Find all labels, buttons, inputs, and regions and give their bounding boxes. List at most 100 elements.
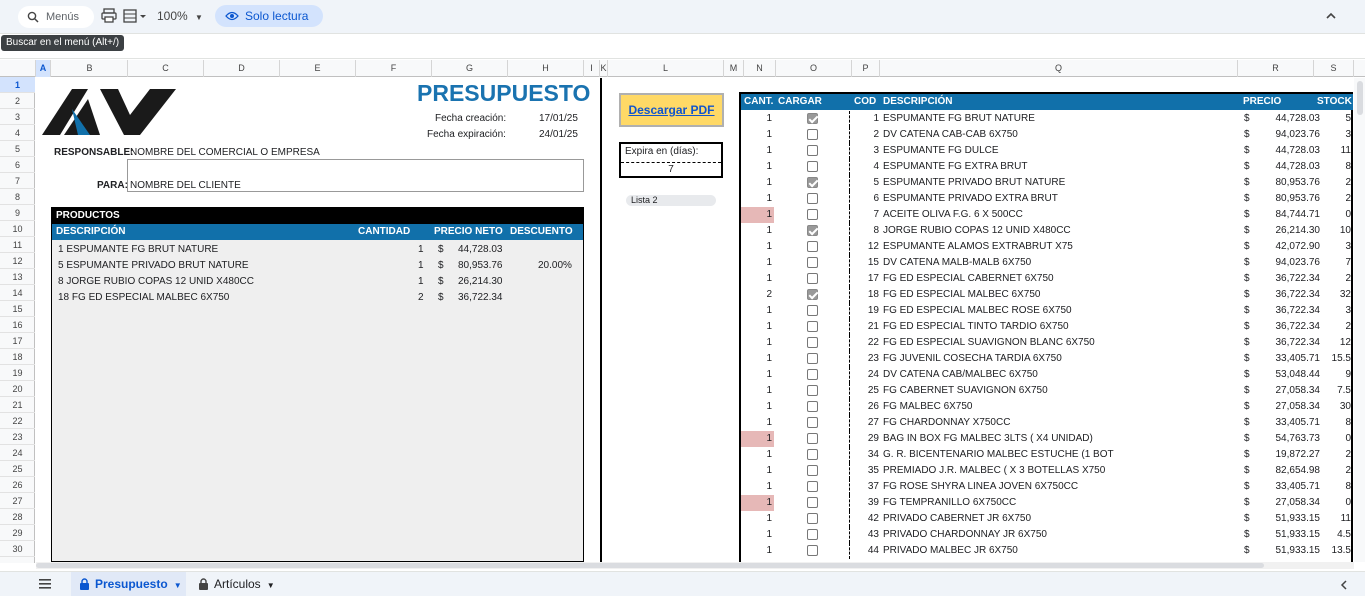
row-header[interactable]: 13 xyxy=(0,269,35,285)
download-pdf-button[interactable]: Descargar PDF xyxy=(619,93,724,127)
catalog-qty[interactable]: 1 xyxy=(741,447,774,463)
load-checkbox[interactable] xyxy=(807,257,818,268)
row-header[interactable]: 27 xyxy=(0,493,35,509)
column-header[interactable]: O xyxy=(776,60,852,77)
row-header[interactable]: 28 xyxy=(0,509,35,525)
column-header[interactable]: N xyxy=(744,60,776,77)
catalog-qty[interactable]: 1 xyxy=(741,207,774,223)
column-header[interactable]: E xyxy=(280,60,356,77)
catalog-qty[interactable]: 1 xyxy=(741,527,774,543)
load-checkbox[interactable] xyxy=(807,193,818,204)
load-checkbox[interactable] xyxy=(807,289,818,300)
column-header[interactable]: I xyxy=(584,60,600,77)
column-header[interactable]: K xyxy=(600,60,608,77)
load-checkbox[interactable] xyxy=(807,433,818,444)
catalog-qty[interactable]: 1 xyxy=(741,255,774,271)
catalog-qty[interactable]: 2 xyxy=(741,287,774,303)
column-header[interactable]: Q xyxy=(880,60,1238,77)
select-all-corner[interactable] xyxy=(0,60,36,77)
row-header[interactable]: 20 xyxy=(0,381,35,397)
menu-search-box[interactable]: Menús xyxy=(18,6,94,28)
formula-bar[interactable] xyxy=(0,35,1365,59)
load-checkbox[interactable] xyxy=(807,225,818,236)
row-header[interactable]: 7 xyxy=(0,173,35,189)
load-checkbox[interactable] xyxy=(807,113,818,124)
catalog-qty[interactable]: 1 xyxy=(741,175,774,191)
chevron-down-icon[interactable]: ▼ xyxy=(267,581,275,590)
catalog-qty[interactable]: 1 xyxy=(741,271,774,287)
load-checkbox[interactable] xyxy=(807,385,818,396)
column-header[interactable]: F xyxy=(356,60,432,77)
load-checkbox[interactable] xyxy=(807,497,818,508)
row-header[interactable]: 8 xyxy=(0,189,35,205)
load-checkbox[interactable] xyxy=(807,209,818,220)
catalog-qty[interactable]: 1 xyxy=(741,415,774,431)
row-header[interactable]: 11 xyxy=(0,237,35,253)
catalog-qty[interactable]: 1 xyxy=(741,143,774,159)
load-checkbox[interactable] xyxy=(807,513,818,524)
zoom-select[interactable]: 100% ▼ xyxy=(157,9,203,23)
catalog-qty[interactable]: 1 xyxy=(741,431,774,447)
catalog-qty[interactable]: 1 xyxy=(741,111,774,127)
sheet-tab[interactable]: Artículos ▼ xyxy=(190,572,280,596)
row-header[interactable]: 1 xyxy=(0,77,35,93)
column-header[interactable]: L xyxy=(608,60,724,77)
catalog-qty[interactable]: 1 xyxy=(741,479,774,495)
readonly-chip[interactable]: Solo lectura xyxy=(215,5,323,27)
column-header[interactable]: D xyxy=(204,60,280,77)
load-checkbox[interactable] xyxy=(807,545,818,556)
load-checkbox[interactable] xyxy=(807,305,818,316)
row-header[interactable]: 9 xyxy=(0,205,35,221)
horizontal-scrollbar[interactable] xyxy=(36,562,1354,569)
column-header[interactable]: C xyxy=(128,60,204,77)
row-header[interactable]: 29 xyxy=(0,525,35,541)
column-header[interactable]: M xyxy=(724,60,744,77)
collapse-toolbar-icon[interactable] xyxy=(1323,8,1339,24)
load-checkbox[interactable] xyxy=(807,321,818,332)
row-header[interactable]: 15 xyxy=(0,301,35,317)
sheet-tab[interactable]: Presupuesto ▼ xyxy=(71,572,186,596)
catalog-qty[interactable]: 1 xyxy=(741,223,774,239)
catalog-qty[interactable]: 1 xyxy=(741,399,774,415)
catalog-qty[interactable]: 1 xyxy=(741,383,774,399)
chevron-down-icon[interactable]: ▼ xyxy=(174,581,182,590)
load-checkbox[interactable] xyxy=(807,177,818,188)
catalog-qty[interactable]: 1 xyxy=(741,367,774,383)
price-list-select[interactable]: Lista 2 xyxy=(626,195,716,206)
load-checkbox[interactable] xyxy=(807,417,818,428)
row-header[interactable]: 18 xyxy=(0,349,35,365)
column-header[interactable]: H xyxy=(508,60,584,77)
catalog-qty[interactable]: 1 xyxy=(741,351,774,367)
row-header[interactable]: 30 xyxy=(0,541,35,557)
format-icon[interactable] xyxy=(122,8,148,24)
load-checkbox[interactable] xyxy=(807,369,818,380)
expire-days-input[interactable]: 7 xyxy=(621,162,721,177)
row-header[interactable]: 4 xyxy=(0,125,35,141)
vertical-scrollbar[interactable] xyxy=(1354,78,1365,562)
catalog-qty[interactable]: 1 xyxy=(741,543,774,559)
row-header[interactable]: 16 xyxy=(0,317,35,333)
row-header[interactable]: 21 xyxy=(0,397,35,413)
catalog-qty[interactable]: 1 xyxy=(741,463,774,479)
row-header[interactable]: 24 xyxy=(0,445,35,461)
row-header[interactable]: 6 xyxy=(0,157,35,173)
column-header[interactable]: P xyxy=(852,60,880,77)
catalog-qty[interactable]: 1 xyxy=(741,511,774,527)
load-checkbox[interactable] xyxy=(807,241,818,252)
column-header[interactable]: B xyxy=(52,60,128,77)
row-header[interactable]: 5 xyxy=(0,141,35,157)
row-header[interactable]: 22 xyxy=(0,413,35,429)
sheet-grid[interactable]: PRESUPUESTO Fecha creación: 17/01/25 Fec… xyxy=(36,78,1354,562)
catalog-qty[interactable]: 1 xyxy=(741,495,774,511)
column-header[interactable]: A xyxy=(36,60,51,77)
load-checkbox[interactable] xyxy=(807,529,818,540)
column-header[interactable]: S xyxy=(1314,60,1354,77)
row-header[interactable]: 12 xyxy=(0,253,35,269)
catalog-qty[interactable]: 1 xyxy=(741,159,774,175)
row-header[interactable]: 19 xyxy=(0,365,35,381)
catalog-qty[interactable]: 1 xyxy=(741,319,774,335)
row-header[interactable]: 17 xyxy=(0,333,35,349)
chevron-left-icon[interactable] xyxy=(1339,580,1349,590)
load-checkbox[interactable] xyxy=(807,353,818,364)
row-header[interactable]: 25 xyxy=(0,461,35,477)
